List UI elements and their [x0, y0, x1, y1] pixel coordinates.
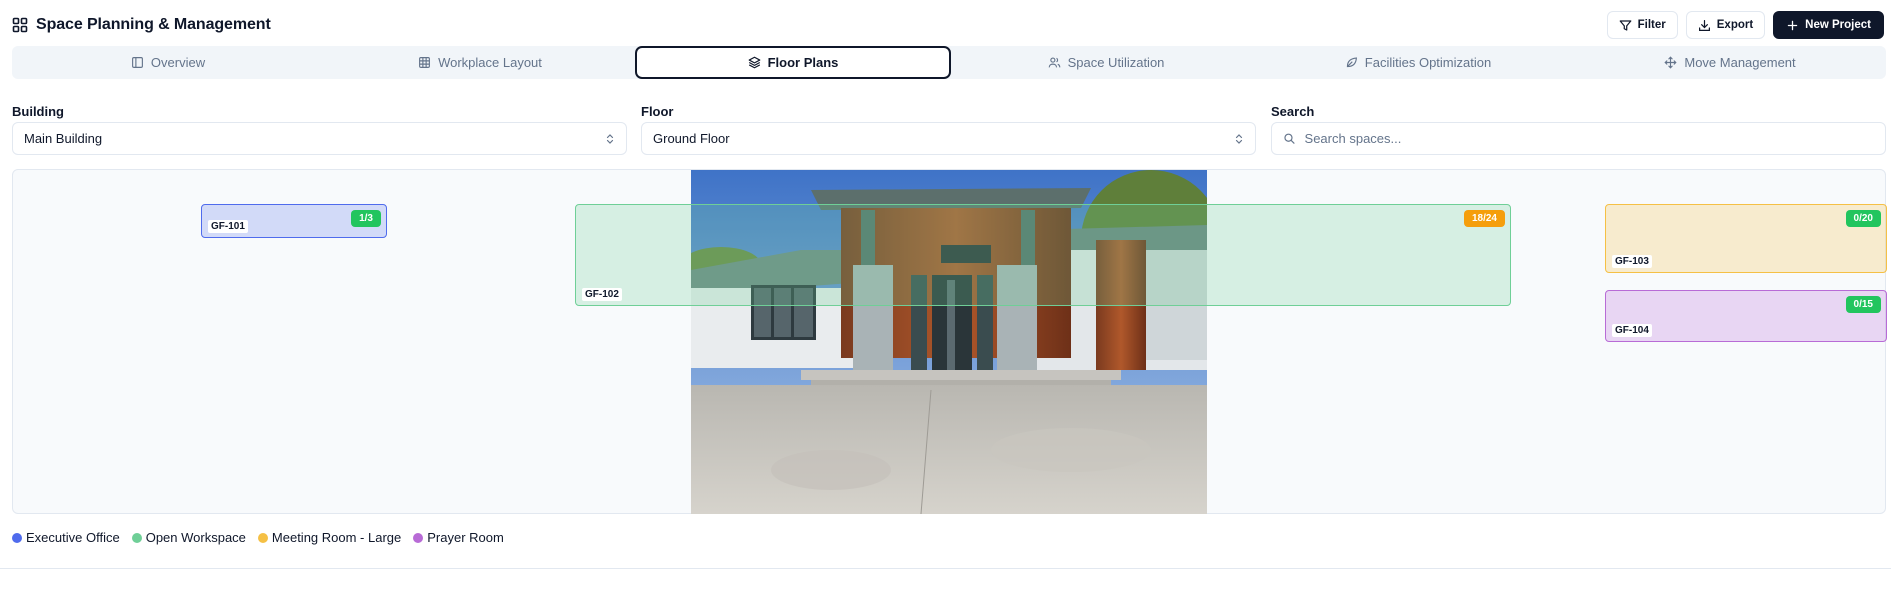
- new-project-button-label: New Project: [1805, 19, 1871, 31]
- tab-label: Floor Plans: [767, 55, 839, 70]
- occupancy-badge: 0/15: [1845, 296, 1881, 313]
- tab-move-management[interactable]: Move Management: [1574, 46, 1886, 79]
- chevrons-up-down-icon: [606, 133, 614, 144]
- building-field: Building Main Building: [12, 104, 627, 155]
- floor-value: Ground Floor: [653, 131, 730, 146]
- legend-item-executive-office: Executive Office: [12, 530, 120, 545]
- tab-label: Overview: [150, 55, 206, 70]
- filter-button-label: Filter: [1637, 19, 1666, 31]
- search-input[interactable]: [1304, 131, 1874, 146]
- users-icon: [1048, 57, 1060, 68]
- room-gf-101[interactable]: 1/3 GF-101: [201, 204, 387, 238]
- chevrons-up-down-icon: [1235, 133, 1243, 144]
- room-gf-103[interactable]: 0/20 GF-103: [1605, 204, 1887, 273]
- legend-dot: [257, 532, 268, 543]
- room-gf-102[interactable]: 18/24 GF-102: [575, 204, 1511, 306]
- tab-bar: Overview Workplace Layout Floor Plans Sp…: [12, 46, 1886, 79]
- legend-label: Prayer Room: [427, 530, 504, 545]
- occupancy-badge: 1/3: [351, 210, 381, 227]
- move-icon: [1664, 56, 1677, 69]
- floor-label: Floor: [641, 104, 674, 119]
- legend-item-prayer-room: Prayer Room: [413, 530, 504, 545]
- legend-dot: [12, 532, 22, 543]
- floor-field: Floor Ground Floor: [641, 104, 1256, 155]
- tab-label: Move Management: [1684, 55, 1796, 70]
- legend-item-meeting-room-large: Meeting Room - Large: [257, 530, 402, 545]
- new-project-button[interactable]: New Project: [1773, 11, 1884, 39]
- legend-label: Executive Office: [26, 530, 120, 545]
- tab-workplace-layout[interactable]: Workplace Layout: [324, 46, 636, 79]
- legend-dot: [131, 532, 142, 543]
- app-header: Space Planning & Management Filter Expor…: [12, 10, 1884, 40]
- room-label: GF-103: [1612, 255, 1652, 268]
- legend-dot: [413, 532, 424, 543]
- legend-label: Open Workspace: [145, 530, 246, 545]
- header-actions: Filter Export New Project: [1606, 11, 1884, 39]
- filter-icon: [1619, 19, 1632, 31]
- filter-button[interactable]: Filter: [1606, 11, 1678, 39]
- building-select[interactable]: Main Building: [12, 122, 627, 155]
- room-type-legend: Executive Office Open Workspace Meeting …: [12, 530, 504, 545]
- tab-label: Workplace Layout: [438, 55, 542, 70]
- room-gf-104[interactable]: 0/15 GF-104: [1605, 290, 1887, 342]
- floor-plan-canvas: 1/3 GF-101 18/24 GF-102 0/20 GF-103 0/15…: [12, 169, 1887, 514]
- building-value: Main Building: [24, 131, 103, 146]
- bottom-divider: [0, 568, 1891, 569]
- room-label: GF-102: [582, 288, 622, 301]
- export-button[interactable]: Export: [1685, 11, 1766, 39]
- dashboard-grid-icon: [12, 17, 28, 33]
- building-label: Building: [12, 104, 64, 119]
- tab-overview[interactable]: Overview: [12, 46, 324, 79]
- export-button-label: Export: [1716, 19, 1754, 31]
- leaf-icon: [1346, 57, 1357, 68]
- plus-icon: [1787, 20, 1798, 30]
- layers-icon: [748, 56, 760, 69]
- tab-floor-plans[interactable]: Floor Plans: [635, 46, 951, 79]
- legend-label: Meeting Room - Large: [271, 530, 402, 545]
- search-icon: [1284, 133, 1295, 144]
- page-title: Space Planning & Management: [36, 16, 271, 33]
- room-label: GF-104: [1612, 324, 1652, 337]
- search-box: [1271, 122, 1886, 155]
- panel-icon: [131, 57, 143, 68]
- search-field: Search: [1271, 104, 1886, 155]
- search-label: Search: [1271, 104, 1315, 119]
- tab-label: Facilities Optimization: [1364, 55, 1492, 70]
- tab-label: Space Utilization: [1067, 55, 1165, 70]
- floor-select[interactable]: Ground Floor: [641, 122, 1256, 155]
- occupancy-badge: 0/20: [1845, 210, 1881, 227]
- tab-space-utilization[interactable]: Space Utilization: [950, 46, 1262, 79]
- download-icon: [1698, 19, 1710, 31]
- occupancy-badge: 18/24: [1463, 210, 1505, 227]
- tab-facilities-optimization[interactable]: Facilities Optimization: [1262, 46, 1574, 79]
- room-label: GF-101: [208, 220, 248, 233]
- grid-icon: [419, 57, 431, 68]
- legend-item-open-workspace: Open Workspace: [131, 530, 246, 545]
